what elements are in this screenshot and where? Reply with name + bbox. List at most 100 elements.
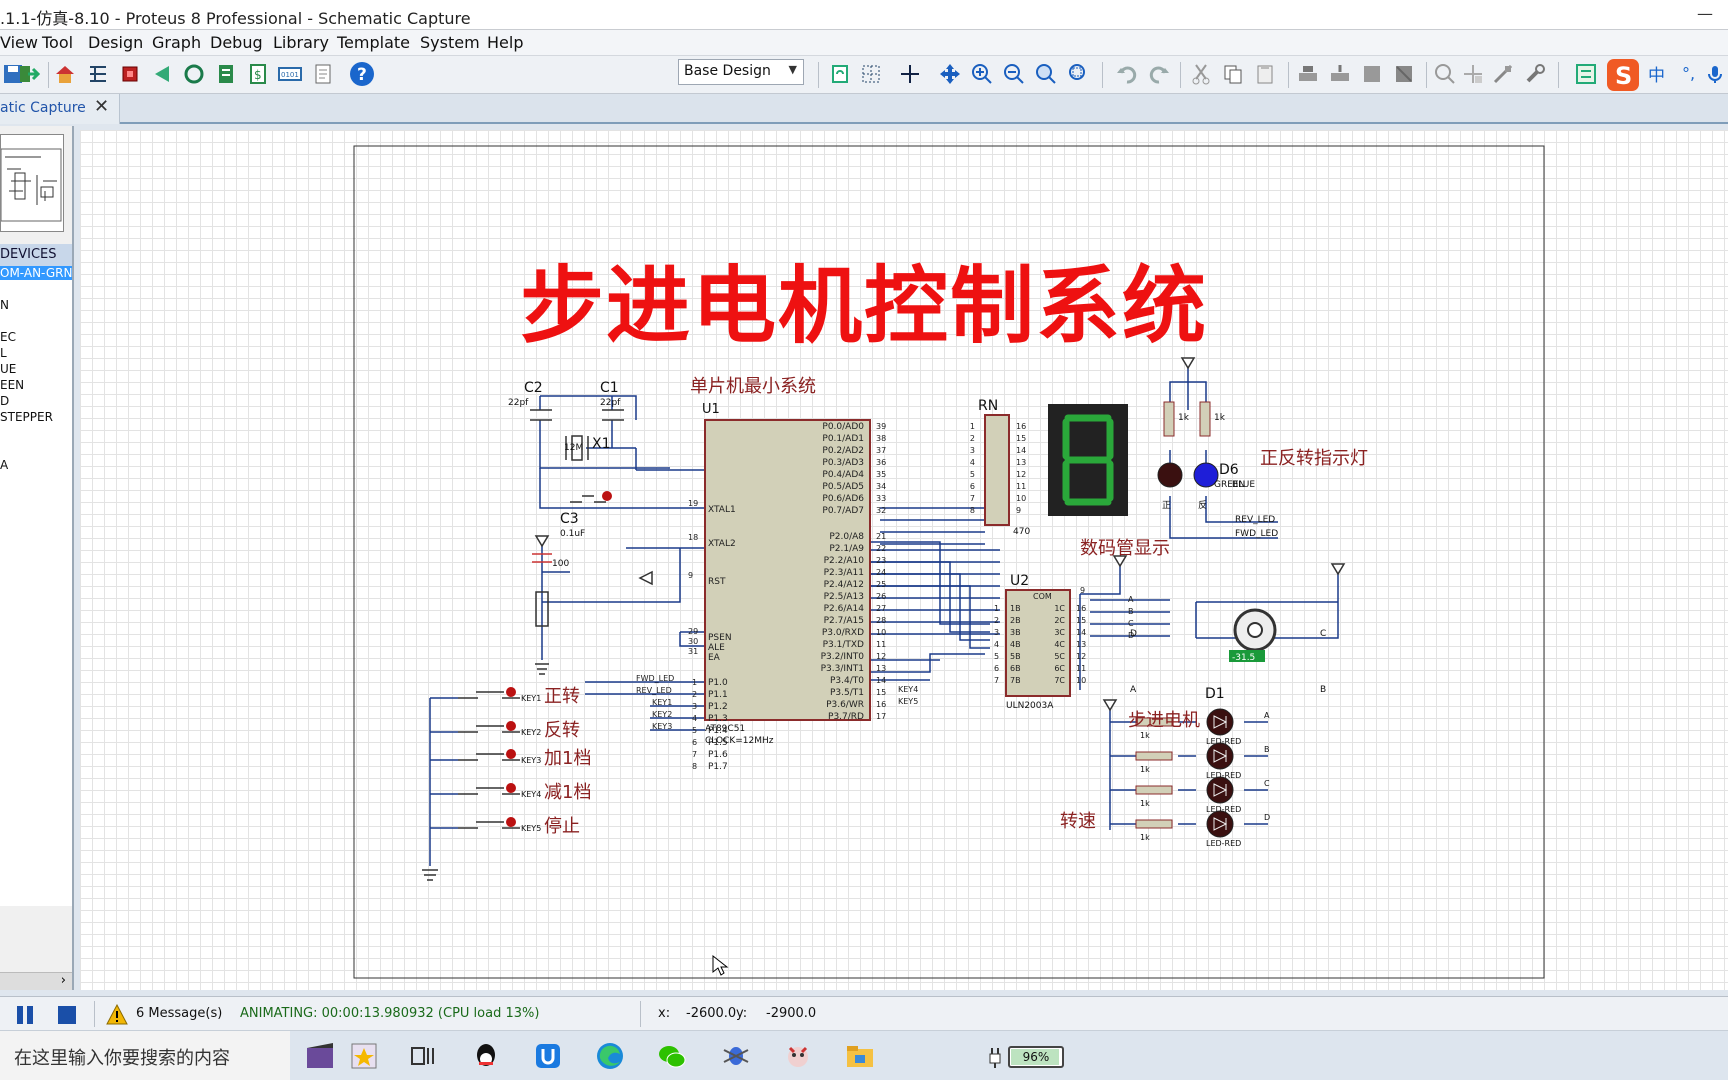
3d-icon[interactable] [149,61,175,87]
device-item[interactable]: L [0,346,7,360]
reset-button-dot[interactable] [602,491,612,501]
block-delete-icon[interactable] [1391,61,1417,87]
block-move-icon[interactable] [1327,61,1353,87]
menu-template[interactable]: Template [337,33,410,52]
security-app-icon[interactable] [528,1038,568,1074]
schematic-icon[interactable] [85,61,111,87]
notes-icon[interactable] [310,61,336,87]
menu-system[interactable]: System [420,33,480,52]
c1-ref: C1 [600,380,619,396]
decompose-icon[interactable] [1522,61,1548,87]
warning-icon[interactable] [106,1004,128,1026]
copy-icon[interactable] [1220,61,1246,87]
device-item[interactable]: D [0,394,9,408]
u1-p1-pin: P1.6 [708,750,728,760]
netlist-icon[interactable] [1573,61,1599,87]
chevron-right-icon[interactable]: › [61,973,66,988]
u2-out-num: 14 [1076,628,1086,637]
menu-design[interactable]: Design [88,33,143,52]
qq-icon[interactable] [466,1038,506,1074]
ime-logo-icon[interactable]: S [1606,58,1640,92]
schematic-canvas[interactable]: 步进电机控制系统 XTAL1 19 XTAL2 18 RST 9 PSEN 29… [80,130,1728,990]
device-item[interactable]: STEPPER [0,410,53,424]
overview-window[interactable] [0,134,64,232]
grid-icon[interactable] [858,61,884,87]
minimize-button[interactable]: — [1682,0,1728,30]
gerber-icon[interactable] [181,61,207,87]
close-icon[interactable]: ✕ [94,96,109,117]
y-coordinate: -2900.0 [766,1006,817,1021]
power-plug-icon[interactable] [984,1046,1006,1068]
menu-view[interactable]: View [0,33,38,52]
key-button-dot[interactable] [506,749,516,759]
u1-port-pin: P3.6/WR [826,700,864,710]
origin-icon[interactable] [897,61,923,87]
device-item[interactable]: OM-AN-GRN [0,266,72,280]
block-copy-icon[interactable] [1295,61,1321,87]
pan-icon[interactable] [937,61,963,87]
pet-app-icon[interactable] [778,1038,818,1074]
home-icon[interactable] [52,61,78,87]
svg-text:?: ? [357,65,367,85]
u1-pin-name: EA [708,653,721,663]
bom-icon[interactable] [213,61,239,87]
zoom-all-icon[interactable] [1033,61,1059,87]
undo-icon[interactable] [1114,61,1140,87]
edge-icon[interactable] [590,1038,630,1074]
zoom-out-icon[interactable] [1001,61,1027,87]
help-icon[interactable]: ? [349,61,375,87]
key-button-dot[interactable] [506,721,516,731]
zoom-area-icon[interactable] [1065,61,1091,87]
battery-indicator[interactable]: 96% [1008,1046,1064,1068]
source-code-icon[interactable]: 0101 [277,61,303,87]
packaging-icon[interactable] [1490,61,1516,87]
device-item[interactable]: A [0,458,8,472]
pcb-icon[interactable] [117,61,143,87]
key-button-dot[interactable] [506,783,516,793]
key-button-dot[interactable] [506,817,516,827]
cut-icon[interactable] [1188,61,1214,87]
pause-icon[interactable] [14,1004,36,1026]
ime-mic-icon[interactable] [1702,61,1728,87]
video-editor-icon[interactable] [300,1038,340,1074]
svg-text:°,: °, [1682,64,1695,83]
paste-icon[interactable] [1252,61,1278,87]
wechat-icon[interactable] [652,1038,692,1074]
block-rotate-icon[interactable] [1359,61,1385,87]
rn-body [984,414,1010,526]
tab-schematic-capture[interactable]: atic Capture ✕ [0,94,120,124]
pick-device-icon[interactable] [1432,61,1458,87]
menu-debug[interactable]: Debug [210,33,263,52]
led-net: C [1264,779,1270,788]
devices-scrollbar[interactable]: › [0,972,72,990]
u1-port-pin: P0.1/AD1 [822,434,864,444]
refresh-icon[interactable] [827,61,853,87]
menu-help[interactable]: Help [487,33,523,52]
menu-library[interactable]: Library [273,33,329,52]
task-view-icon[interactable] [404,1038,444,1074]
file-explorer-icon[interactable] [840,1038,880,1074]
ime-chinese-icon[interactable]: 中 [1644,61,1670,87]
u1-port-num: 17 [876,712,886,721]
make-device-icon[interactable] [1460,61,1486,87]
menu-graph[interactable]: Graph [152,33,201,52]
stop-icon[interactable] [56,1004,78,1026]
key-button-dot[interactable] [506,687,516,697]
device-item[interactable]: N [0,298,9,312]
devices-list[interactable]: OM-AN-GRN N EC L UE EEN D STEPPER A [0,266,72,906]
zoom-in-icon[interactable] [969,61,995,87]
redo-icon[interactable] [1146,61,1172,87]
device-item[interactable]: EEN [0,378,24,392]
taskbar-search[interactable]: 在这里输入你要搜索的内容 [0,1031,290,1080]
variant-combo[interactable]: Base Design ▼ [678,59,804,85]
device-item[interactable]: EC [0,330,16,344]
notes-app-icon[interactable] [344,1038,384,1074]
ime-punct-icon[interactable]: °, [1676,61,1702,87]
menu-tool[interactable]: Tool [42,33,73,52]
messages-count[interactable]: 6 Message(s) [136,1006,222,1021]
proteus-icon[interactable] [716,1038,756,1074]
status-bar: 6 Message(s) ANIMATING: 00:00:13.980932 … [0,996,1728,1030]
import-icon[interactable] [16,61,42,87]
device-item[interactable]: UE [0,362,16,376]
design-explorer-icon[interactable]: $ [245,61,271,87]
